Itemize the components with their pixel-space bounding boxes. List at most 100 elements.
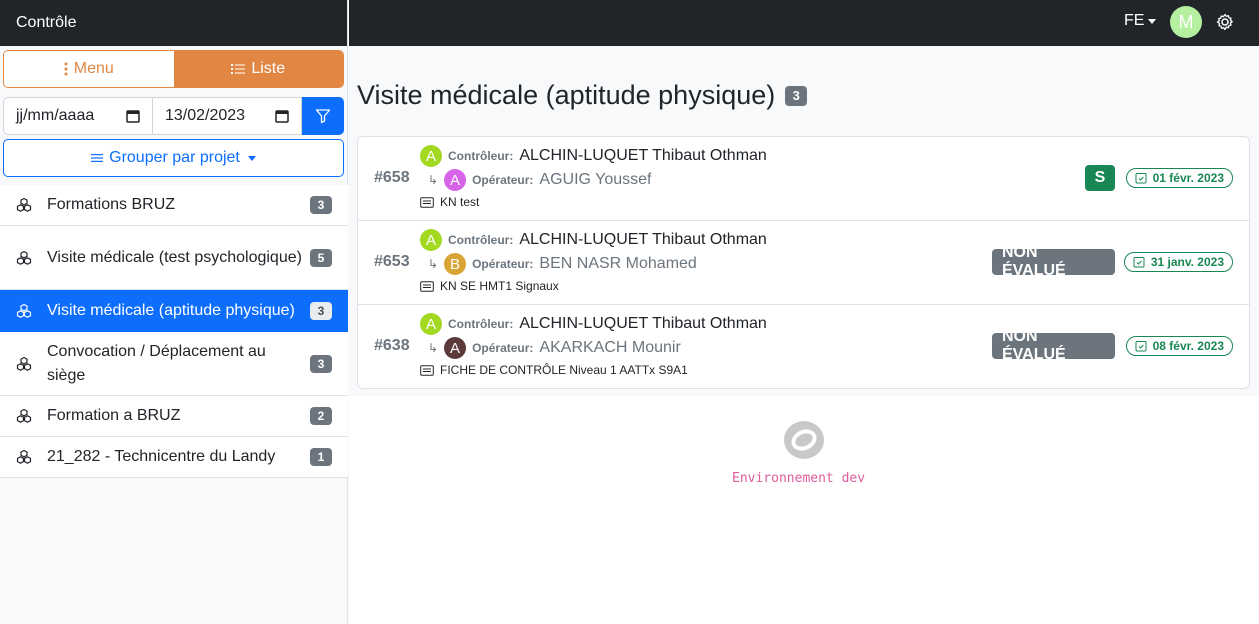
date-from-input[interactable]: jj/mm/aaaa: [3, 97, 153, 135]
project-label: Visite médicale (test psychologique): [47, 248, 302, 266]
boxes-icon: [16, 303, 32, 318]
calendar-check-icon: [1133, 257, 1145, 268]
list-mode-label: Liste: [251, 60, 286, 77]
page-title-text: Visite médicale (aptitude physique): [357, 80, 776, 110]
project-count-badge: 3: [310, 196, 332, 214]
controller-name: ALCHIN-LUQUET Thibaut Othman: [519, 315, 767, 332]
menu-mode-button[interactable]: Menu: [4, 51, 174, 87]
status-badge: S: [1085, 165, 1115, 191]
user-initial: M: [1178, 11, 1194, 32]
project-item[interactable]: Formation a BRUZ 2: [0, 396, 348, 437]
operator-line: ↳ A Opérateur: AKARKACH Mounir: [428, 337, 681, 359]
date-to-value: 13/02/2023: [165, 107, 246, 124]
list-icon: [231, 64, 246, 74]
operator-avatar: A: [444, 337, 467, 359]
form-name: KN test: [440, 195, 480, 209]
date-badge: 01 févr. 2023: [1125, 168, 1233, 188]
arrow-return-right-icon: ↳: [428, 257, 439, 271]
boxes-icon: [16, 197, 32, 212]
status-badge: NON ÉVALUÉ: [992, 244, 1115, 279]
form-name: KN SE HMT1 Signaux: [440, 279, 559, 293]
user-avatar[interactable]: M: [1170, 6, 1202, 38]
date-to-input[interactable]: 13/02/2023: [153, 97, 302, 135]
controls-area: Visite médicale (aptitude physique) 3 #6…: [349, 46, 1259, 396]
environment-logo-icon: [784, 421, 824, 459]
sidebar-header: Contrôle: [0, 0, 347, 46]
group-by-project-button[interactable]: Grouper par projet: [3, 139, 344, 177]
controller-line: A Contrôleur: ALCHIN-LUQUET Thibaut Othm…: [420, 313, 767, 335]
calendar-icon[interactable]: [275, 109, 289, 123]
project-item[interactable]: Formations BRUZ 3: [0, 185, 348, 226]
control-id: #638: [374, 337, 410, 354]
date-badge: 31 janv. 2023: [1123, 252, 1233, 272]
filter-button[interactable]: [302, 97, 344, 135]
project-count-badge: 2: [310, 407, 332, 425]
operator-role: Opérateur:: [472, 257, 534, 271]
main-content: Visite médicale (aptitude physique) 3 #6…: [349, 46, 1259, 624]
boxes-icon: [16, 250, 32, 265]
controller-name: ALCHIN-LUQUET Thibaut Othman: [519, 147, 767, 164]
operator-name: BEN NASR Mohamed: [539, 255, 697, 272]
operator-avatar: B: [444, 253, 467, 275]
calendar-icon[interactable]: [126, 109, 140, 123]
operator-role: Opérateur:: [472, 341, 534, 355]
controller-avatar: A: [420, 313, 442, 335]
form-line: FICHE DE CONTRÔLE Niveau 1 AATTx S9A1: [420, 363, 688, 377]
filter-icon: [315, 109, 331, 124]
top-navbar: FE M: [349, 0, 1259, 46]
chevron-down-icon: [247, 155, 256, 161]
project-item[interactable]: Convocation / Déplacement au siège 3: [0, 332, 348, 396]
language-dropdown[interactable]: FE: [1124, 12, 1157, 30]
card-text-icon: [420, 364, 434, 376]
card-text-icon: [420, 280, 434, 292]
controller-avatar: A: [420, 229, 442, 251]
controls-list: #658 A Contrôleur: ALCHIN-LUQUET Thibaut…: [357, 136, 1250, 389]
gear-icon[interactable]: [1215, 12, 1235, 32]
menu-mode-label: Menu: [73, 60, 114, 77]
project-label: Visite médicale (aptitude physique): [47, 301, 295, 319]
project-item-active[interactable]: Visite médicale (aptitude physique) 3: [0, 290, 348, 332]
date-badge: 08 févr. 2023: [1125, 336, 1233, 356]
language-label: FE: [1124, 12, 1145, 29]
boxes-icon: [16, 449, 32, 464]
operator-role: Opérateur:: [472, 173, 534, 187]
operator-line: ↳ B Opérateur: BEN NASR Mohamed: [428, 253, 697, 275]
vertical-dots-icon: [64, 62, 68, 76]
project-list: Formations BRUZ 3 Visite médicale (test …: [0, 185, 348, 478]
calendar-check-icon: [1135, 173, 1147, 184]
boxes-icon: [16, 356, 32, 371]
project-label: Convocation / Déplacement au siège: [47, 342, 266, 384]
page-count-badge: 3: [785, 85, 808, 106]
list-mode-button[interactable]: Liste: [173, 51, 343, 87]
sidebar: Contrôle Menu Liste jj/mm/aaaa 13/02/202…: [0, 0, 348, 624]
project-item[interactable]: 21_282 - Technicentre du Landy 1: [0, 437, 348, 478]
control-row[interactable]: #653 A Contrôleur: ALCHIN-LUQUET Thibaut…: [358, 221, 1249, 305]
control-row[interactable]: #638 A Contrôleur: ALCHIN-LUQUET Thibaut…: [358, 305, 1249, 389]
date-text: 08 févr. 2023: [1152, 339, 1224, 353]
project-label: Formations BRUZ: [47, 196, 176, 213]
card-text-icon: [420, 196, 434, 208]
project-count-badge: 3: [310, 301, 332, 320]
calendar-check-icon: [1135, 341, 1147, 352]
project-count-badge: 5: [310, 248, 332, 267]
controller-line: A Contrôleur: ALCHIN-LUQUET Thibaut Othm…: [420, 145, 767, 167]
control-id: #658: [374, 169, 410, 186]
group-by-project-label: Grouper par projet: [109, 149, 240, 166]
form-name: FICHE DE CONTRÔLE Niveau 1 AATTx S9A1: [440, 363, 688, 377]
controller-name: ALCHIN-LUQUET Thibaut Othman: [519, 231, 767, 248]
status-badge: NON ÉVALUÉ: [992, 328, 1115, 363]
date-filter-row: jj/mm/aaaa 13/02/2023: [3, 97, 344, 135]
operator-avatar: A: [444, 169, 467, 191]
project-label: Formation a BRUZ: [47, 407, 181, 424]
operator-name: AKARKACH Mounir: [539, 339, 681, 356]
control-id: #653: [374, 253, 410, 270]
form-line: KN test: [420, 195, 479, 209]
list-icon: [91, 154, 104, 162]
date-text: 01 févr. 2023: [1152, 171, 1224, 185]
project-item[interactable]: Visite médicale (test psychologique) 5: [0, 226, 348, 290]
mode-toggle: Menu Liste: [3, 50, 344, 88]
control-row[interactable]: #658 A Contrôleur: ALCHIN-LUQUET Thibaut…: [358, 137, 1249, 221]
project-count-badge: 3: [310, 354, 332, 373]
operator-line: ↳ A Opérateur: AGUIG Youssef: [428, 169, 651, 191]
page-title: Visite médicale (aptitude physique) 3: [357, 80, 808, 111]
